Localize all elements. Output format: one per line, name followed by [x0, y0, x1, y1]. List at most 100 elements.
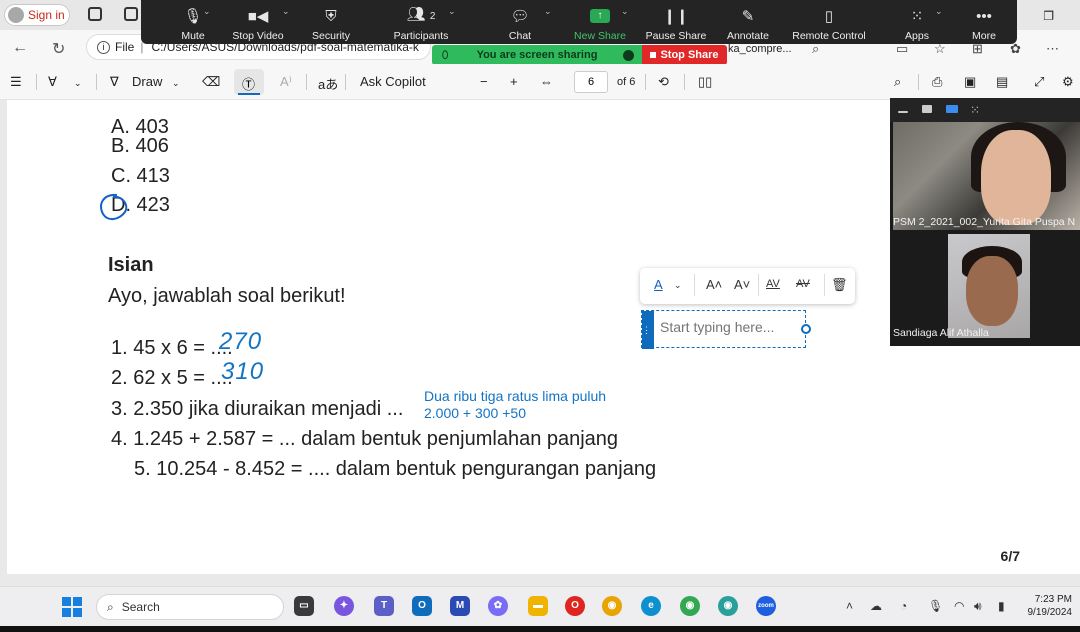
participant-video-2[interactable] [948, 234, 1030, 338]
active-speaker-view-icon[interactable] [922, 105, 932, 113]
annotate-button[interactable]: ✎ Annotate [719, 0, 777, 44]
decrease-font-icon[interactable]: A˅ [734, 277, 750, 292]
apps-button[interactable]: ⁙ Apps [893, 0, 941, 44]
back-arrow-icon[interactable]: ← [12, 39, 28, 57]
chrome-profile-icon[interactable]: ◉ [680, 596, 700, 616]
search-icon[interactable]: ⌕ [894, 74, 901, 90]
text-color-icon[interactable]: A [654, 277, 663, 292]
battery-icon[interactable]: ▮ [998, 599, 1005, 613]
contents-list-icon[interactable]: ☰ [10, 74, 22, 90]
chat-options-chevron-icon[interactable]: ⌄ [544, 6, 552, 17]
file-explorer-icon[interactable]: ▬ [528, 596, 548, 616]
zoom-app-icon[interactable]: zoom [756, 596, 776, 616]
fullscreen-icon[interactable]: ⤢ [1034, 74, 1044, 90]
chrome-profile-icon[interactable]: ◉ [718, 596, 738, 616]
page-view-icon[interactable]: ▯▯ [698, 74, 712, 90]
toolbar-divider [684, 74, 685, 90]
outlook-icon[interactable]: O [412, 596, 432, 616]
participants-options-chevron-icon[interactable]: ⌄ [448, 6, 456, 17]
pencil-icon: ✎ [741, 8, 755, 25]
teams-icon[interactable]: T [374, 596, 394, 616]
zoom-in-icon[interactable]: + [510, 74, 518, 89]
drag-handle-icon[interactable]: ⋮⋮ [642, 311, 660, 349]
pause-share-button[interactable]: ❙❙ Pause Share [643, 0, 709, 44]
sign-in-button[interactable]: Sign in [4, 4, 70, 26]
edge-icon[interactable]: e [641, 596, 661, 616]
highlight-chevron-icon[interactable]: ⌄ [74, 78, 82, 89]
task-view-icon[interactable]: ▭ [294, 596, 314, 616]
page-total-label: of 6 [617, 76, 636, 88]
decrease-spacing-icon[interactable]: AV [796, 278, 810, 290]
sign-in-label: Sign in [28, 8, 65, 22]
tray-chevron-icon[interactable]: ˄ [846, 599, 853, 613]
microphone-icon[interactable]: 🎙︎ [928, 599, 943, 613]
restore-window-icon[interactable]: ❐ [1043, 9, 1054, 23]
pdf-settings-icon[interactable]: ⚙ [1062, 74, 1074, 90]
eraser-icon[interactable]: ⌫ [202, 74, 220, 90]
tray-app-icon[interactable]: ◔ [900, 599, 907, 613]
refresh-icon[interactable]: ↻ [52, 39, 65, 59]
address-file-label: File [115, 40, 135, 54]
draw-chevron-icon[interactable]: ⌄ [172, 78, 180, 89]
apps-options-chevron-icon[interactable]: ⌄ [935, 6, 943, 17]
grid-view-icon[interactable]: ⁙ [970, 103, 982, 117]
save-as-icon[interactable]: ▤ [996, 74, 1008, 90]
gallery-strip-view-icon[interactable] [946, 105, 958, 113]
more-button[interactable]: ••• More [961, 0, 1007, 44]
screen-sharing-text: You are screen sharing [476, 49, 598, 61]
text-box-input[interactable] [660, 319, 800, 335]
mute-options-chevron-icon[interactable]: ⌄ [203, 6, 211, 17]
security-button[interactable]: ⛨ Security [301, 0, 361, 44]
minimize-icon[interactable] [898, 111, 908, 113]
delete-icon[interactable]: 🗑︎ [831, 277, 848, 293]
draw-label[interactable]: Draw [132, 74, 162, 89]
video-options-chevron-icon[interactable]: ⌄ [282, 6, 290, 17]
page-number-input[interactable] [574, 71, 608, 93]
pdf-text-box[interactable]: ⋮⋮ [641, 310, 811, 349]
windows-start-icon[interactable] [62, 597, 82, 617]
zoom-video-panel: ⁙ PSM 2_2021_002_Yurita Gita Puspa N San… [890, 98, 1080, 346]
tray-app-icon[interactable]: ☁ [870, 599, 882, 613]
zoom-out-icon[interactable]: − [480, 74, 488, 89]
taskbar-search-label: Search [121, 600, 160, 614]
ask-copilot-button[interactable]: Ask Copilot [360, 74, 426, 89]
increase-font-icon[interactable]: A˄ [706, 277, 722, 292]
fit-page-icon[interactable]: ⇔ [540, 74, 553, 89]
text-box-icon: Ⓣ [242, 77, 256, 92]
share-options-chevron-icon[interactable]: ⌄ [621, 6, 629, 17]
remote-control-button[interactable]: ▯ Remote Control [787, 0, 871, 44]
chat-button[interactable]: 💬︎ Chat [491, 0, 549, 44]
rotate-icon[interactable]: ⟲ [658, 74, 669, 90]
draw-icon[interactable]: ∇ [110, 74, 119, 90]
tab-actions-icon[interactable] [124, 7, 138, 21]
participants-icon: 👥︎ 2 [406, 6, 436, 23]
add-text-button[interactable]: Ⓣ [234, 69, 264, 95]
text-color-chevron-icon[interactable]: ⌄ [674, 280, 682, 291]
workspaces-icon[interactable] [88, 7, 102, 21]
app-icon[interactable]: M [450, 596, 470, 616]
typed-annotation-words[interactable]: Dua ribu tiga ratus lima puluh [424, 388, 606, 404]
screen-sharing-indicator[interactable]: ⬯ You are screen sharing [432, 45, 642, 65]
taskbar-search[interactable]: ⌕ Search [96, 594, 284, 620]
wifi-icon[interactable]: ◠ [954, 599, 964, 613]
translate-icon[interactable]: aあ [318, 74, 338, 93]
stop-share-button[interactable]: Stop Share [642, 45, 727, 65]
zoom-share-toolbar: 🎙︎ Mute ⌄ ■◀ Stop Video ⌄ ⛨ Security 👥︎ … [141, 0, 1017, 44]
typed-annotation-expanded[interactable]: 2.000 + 300 +50 [424, 405, 526, 421]
print-icon[interactable]: ⎙ [932, 74, 942, 90]
increase-spacing-icon[interactable]: AV [766, 278, 780, 290]
mute-button[interactable]: 🎙︎ Mute [165, 0, 221, 44]
opera-icon[interactable]: O [565, 596, 585, 616]
chrome-icon[interactable]: ◉ [602, 596, 622, 616]
participant-video-1[interactable] [893, 122, 1080, 230]
save-icon[interactable]: ▣ [964, 74, 976, 90]
copilot-icon[interactable]: ✦ [334, 596, 354, 616]
highlight-icon[interactable]: ∀ [48, 74, 57, 90]
security-label: Security [312, 30, 350, 42]
resize-handle[interactable] [801, 324, 811, 334]
taskbar-clock[interactable]: 7:23 PM 9/19/2024 [1028, 593, 1073, 619]
settings-more-icon[interactable]: ⋯ [1046, 41, 1059, 57]
volume-icon[interactable]: 🔊︎ [974, 599, 982, 614]
app-icon[interactable]: ✿ [488, 596, 508, 616]
question-3: 3. 2.350 jika diuraikan menjadi ... [111, 398, 404, 420]
